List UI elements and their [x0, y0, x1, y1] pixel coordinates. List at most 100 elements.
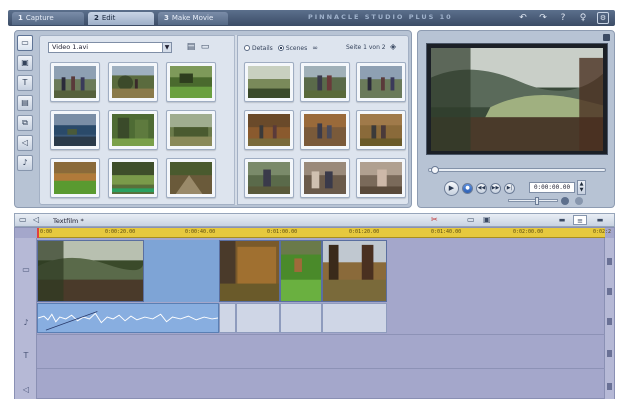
- scene-grid-right: [244, 62, 406, 198]
- timecode-display[interactable]: 0:00:00.00: [529, 182, 575, 193]
- fullscreen-icon[interactable]: [603, 34, 610, 41]
- bulb-icon[interactable]: ♀: [577, 12, 589, 24]
- timeline-vertical-scrollbar[interactable]: [604, 238, 614, 399]
- timecode-spinner[interactable]: ▲ ▼: [577, 180, 586, 195]
- timeline: 0:00 0:00:20.00 0:00:40.00 0:01:00.00 0:…: [14, 227, 615, 399]
- scene-thumbnail[interactable]: [244, 110, 294, 150]
- folder-icon[interactable]: ▭: [200, 42, 210, 52]
- scene-thumbnail[interactable]: [244, 62, 294, 102]
- rewind-button[interactable]: ◀◀: [476, 183, 487, 194]
- fast-forward-button[interactable]: ▶▶: [490, 183, 501, 194]
- scene-thumbnail[interactable]: [356, 62, 406, 102]
- scene-thumbnail[interactable]: [166, 62, 216, 102]
- track-lock-icon[interactable]: [607, 258, 612, 265]
- play-button[interactable]: ▶: [444, 181, 459, 196]
- redo-icon[interactable]: ↷: [537, 12, 549, 24]
- main-tab-bar: 1 Capture 2 Edit 3 Make Movie PINNACLE STUD…: [8, 10, 615, 26]
- scene-thumbnail[interactable]: [50, 62, 100, 102]
- sound-icon[interactable]: ◁: [17, 135, 33, 151]
- audio-clip[interactable]: [280, 303, 322, 333]
- track-header-column: ▭ ♪ T ◁: [15, 238, 37, 399]
- track-lock-icon[interactable]: [607, 383, 612, 390]
- audio-clip[interactable]: [236, 303, 280, 333]
- text-view-icon[interactable]: ▬: [593, 215, 607, 225]
- ruler-tick: 0:01:40.00: [431, 229, 462, 235]
- scene-thumbnail[interactable]: [108, 158, 158, 198]
- timeline-view-icon[interactable]: ≡: [573, 215, 587, 225]
- audio-clip[interactable]: [219, 303, 236, 333]
- audio-clip[interactable]: [322, 303, 387, 333]
- help-icon[interactable]: ?: [557, 12, 569, 24]
- scene-thumbnail[interactable]: [300, 110, 350, 150]
- radio-label: Details: [252, 44, 273, 52]
- video-track-icon[interactable]: ▭: [20, 265, 32, 275]
- source-file-dropdown[interactable]: Video 1.avi ▼: [48, 42, 172, 53]
- transition-icon[interactable]: ⧉: [17, 115, 33, 131]
- empty-video-region[interactable]: [144, 240, 219, 302]
- scene-thumbnail[interactable]: [166, 158, 216, 198]
- scene-thumbnail[interactable]: [108, 110, 158, 150]
- audio-track-icon[interactable]: ♪: [20, 318, 32, 328]
- timeline-ruler[interactable]: 0:00 0:00:20.00 0:00:40.00 0:01:00.00 0:…: [37, 228, 611, 238]
- scene-thumbnail[interactable]: [300, 158, 350, 198]
- track-lock-icon[interactable]: [607, 288, 612, 295]
- dropdown-value: Video 1.avi: [52, 43, 89, 51]
- tab-make-movie[interactable]: 3 Make Movie: [158, 12, 228, 25]
- video-clip[interactable]: [219, 240, 280, 302]
- playhead[interactable]: [37, 228, 39, 238]
- photo-icon[interactable]: ▣: [17, 55, 33, 71]
- clip-properties-icon[interactable]: ▭: [467, 215, 475, 224]
- toolbar-icons: ↶ ↷ ? ♀ ⚙: [517, 12, 609, 24]
- audio-waveform: [38, 311, 218, 331]
- scene-thumbnail[interactable]: [108, 62, 158, 102]
- undo-icon[interactable]: ↶: [517, 12, 529, 24]
- loop-button[interactable]: ●: [462, 183, 473, 194]
- scene-thumbnail[interactable]: [356, 158, 406, 198]
- radio-dot-icon: [277, 45, 284, 51]
- trash-icon[interactable]: ▣: [483, 215, 491, 224]
- music-icon[interactable]: ♪: [17, 155, 33, 171]
- next-page-icon[interactable]: ◈: [390, 42, 396, 51]
- sound-track-icon[interactable]: ◁: [20, 385, 32, 395]
- camera-icon[interactable]: ▭: [19, 215, 27, 224]
- tab-capture[interactable]: 1 Capture: [12, 12, 84, 25]
- audio-clip[interactable]: [37, 303, 219, 333]
- video-clip[interactable]: [37, 240, 144, 302]
- razor-icon[interactable]: ✂: [431, 215, 438, 224]
- speaker-icon[interactable]: ◁: [33, 215, 39, 224]
- scene-thumbnail[interactable]: [356, 110, 406, 150]
- speaker-icon[interactable]: [561, 197, 569, 205]
- scene-thumbnail[interactable]: [244, 158, 294, 198]
- tab-edit[interactable]: 2 Edit: [88, 12, 154, 25]
- video-clip[interactable]: [322, 240, 387, 302]
- volume-handle[interactable]: [535, 197, 539, 205]
- scene-grid-left: [50, 62, 216, 198]
- storyboard-view-icon[interactable]: ▬: [555, 215, 569, 225]
- go-to-end-button[interactable]: ▶|: [504, 183, 515, 194]
- track-lock-icon[interactable]: [607, 350, 612, 357]
- settings-icon[interactable]: ⚙: [597, 12, 609, 24]
- glasses-icon[interactable]: ∞: [312, 44, 318, 52]
- radio-scenes[interactable]: Scenes: [277, 45, 307, 52]
- folder-browse-icon[interactable]: ▤: [186, 42, 196, 52]
- scrubber-handle[interactable]: [431, 166, 439, 174]
- scene-thumbnail[interactable]: [166, 110, 216, 150]
- scene-thumbnail[interactable]: [50, 110, 100, 150]
- chevron-down-icon[interactable]: ▼: [162, 43, 171, 52]
- radio-details[interactable]: Details: [244, 45, 273, 52]
- scene-thumbnail[interactable]: [50, 158, 100, 198]
- track-divider: [37, 368, 605, 369]
- scene-thumbnail[interactable]: [300, 62, 350, 102]
- video-clip[interactable]: [280, 240, 322, 302]
- track-lock-icon[interactable]: [607, 318, 612, 325]
- title-icon[interactable]: T: [17, 75, 33, 91]
- volume-slider[interactable]: [508, 197, 558, 205]
- menu-icon[interactable]: ▤: [17, 95, 33, 111]
- preview-scrubber[interactable]: [428, 166, 606, 174]
- camera-icon[interactable]: ▭: [17, 35, 33, 51]
- ruler-tick: 0:01:00.00: [267, 229, 298, 235]
- mute-icon[interactable]: [575, 197, 583, 205]
- album-page-right: Details Scenes ∞ Seite 1 von 2 ◈: [237, 35, 409, 205]
- project-name: Textfilm *: [53, 217, 84, 225]
- title-track-icon[interactable]: T: [20, 351, 32, 361]
